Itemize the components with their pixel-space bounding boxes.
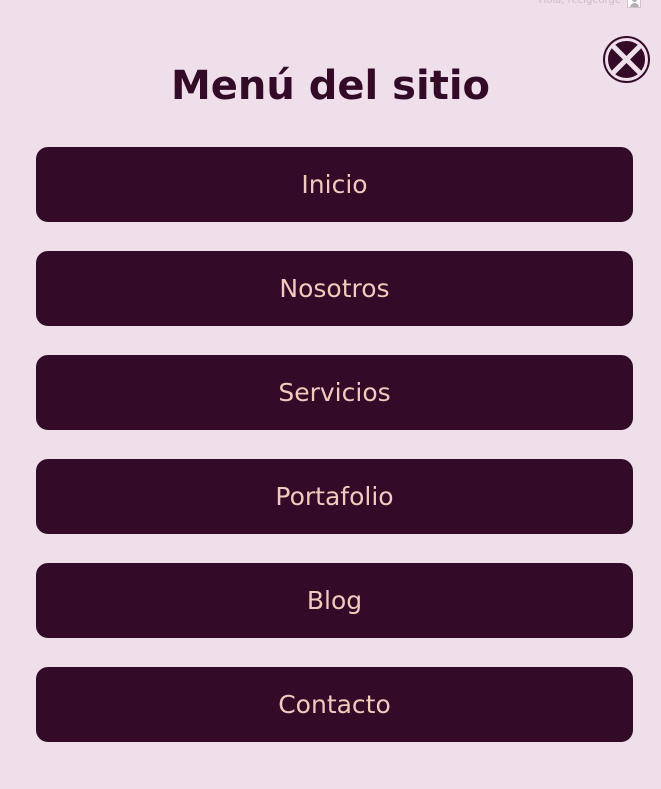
menu-item-nosotros[interactable]: Nosotros (36, 251, 633, 326)
menu-item-portafolio[interactable]: Portafolio (36, 459, 633, 534)
avatar-head (632, 0, 637, 2)
menu-item-contacto[interactable]: Contacto (36, 667, 633, 742)
menu-item-inicio[interactable]: Inicio (36, 147, 633, 222)
menu-title: Menú del sitio (170, 63, 491, 109)
user-bar[interactable]: Hola, recigeorge (539, 0, 641, 8)
site-menu: Inicio Nosotros Servicios Portafolio Blo… (36, 147, 633, 771)
menu-item-label: Nosotros (279, 274, 390, 303)
menu-item-label: Blog (306, 586, 363, 615)
menu-item-label: Portafolio (275, 482, 394, 511)
menu-item-servicios[interactable]: Servicios (36, 355, 633, 430)
menu-item-label: Contacto (278, 690, 391, 719)
avatar-body (630, 3, 639, 7)
menu-item-label: Servicios (278, 378, 391, 407)
user-greeting[interactable]: Hola, recigeorge (539, 0, 621, 8)
menu-item-blog[interactable]: Blog (36, 563, 633, 638)
menu-item-label: Inicio (301, 170, 368, 199)
avatar[interactable] (627, 0, 641, 8)
